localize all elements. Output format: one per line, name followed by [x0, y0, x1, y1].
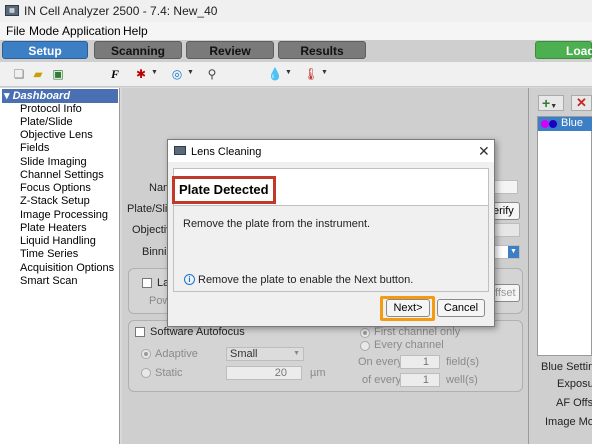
- fields-unit: field(s): [446, 356, 480, 368]
- window-title: IN Cell Analyzer 2500 - 7.4: New_40: [24, 4, 218, 18]
- sidebar-item-focus-options[interactable]: Focus Options: [20, 182, 91, 194]
- dialog-info: Remove the plate to enable the Next butt…: [198, 274, 414, 286]
- af-offset-label: AF Offse: [556, 397, 592, 409]
- first-channel-only-label: First channel only: [374, 326, 461, 338]
- chevron-down-icon: ▼: [293, 350, 300, 357]
- laser-autofocus-checkbox[interactable]: [142, 278, 152, 288]
- menu-help[interactable]: Help: [123, 24, 148, 38]
- drop-icon[interactable]: 💧: [267, 66, 283, 82]
- sidebar-item-plate-heaters[interactable]: Plate Heaters: [20, 222, 87, 234]
- font-icon[interactable]: F: [107, 66, 123, 82]
- on-every-spinner[interactable]: 1: [400, 355, 440, 369]
- offset-button[interactable]: ffset: [492, 284, 520, 302]
- adaptive-select[interactable]: Small ▼: [226, 347, 304, 361]
- sidebar-item-slide-imaging[interactable]: Slide Imaging: [20, 156, 87, 168]
- sidebar-item-image-processing[interactable]: Image Processing: [20, 209, 108, 221]
- sidebar-item-fields[interactable]: Fields: [20, 142, 49, 154]
- sidebar-item-objective-lens[interactable]: Objective Lens: [20, 129, 93, 141]
- dialog-title: Lens Cleaning: [191, 146, 262, 158]
- remove-channel-button[interactable]: ✕: [571, 95, 592, 111]
- sidebar-item-z-stack-setup[interactable]: Z-Stack Setup: [20, 195, 90, 207]
- next-button[interactable]: Next>: [386, 299, 430, 317]
- list-item[interactable]: Blue: [538, 117, 592, 131]
- new-icon[interactable]: ❏: [11, 66, 27, 82]
- of-every-spinner[interactable]: 1: [400, 373, 440, 387]
- blue-dot-icon: [549, 120, 557, 128]
- magenta-dot-icon: [541, 120, 549, 128]
- add-channel-button[interactable]: +▼: [538, 95, 564, 111]
- binning-select[interactable]: ▼: [492, 245, 520, 259]
- chevron-down-icon: ▼: [508, 246, 519, 258]
- sidebar-header[interactable]: ▾ Dashboard: [2, 89, 118, 103]
- adaptive-radio[interactable]: [141, 349, 151, 359]
- save-icon[interactable]: ▣: [50, 66, 66, 82]
- dialog-message: Remove the plate from the instrument.: [183, 218, 371, 230]
- open-folder-icon[interactable]: ▰: [30, 66, 46, 82]
- software-autofocus-checkbox[interactable]: [135, 327, 145, 337]
- chevron-down-icon[interactable]: ▼: [187, 69, 194, 76]
- name-field[interactable]: [493, 180, 518, 194]
- toolbar: [0, 62, 592, 87]
- load-button[interactable]: Load: [535, 41, 592, 59]
- app-icon: ▦: [5, 5, 19, 16]
- chevron-down-icon[interactable]: ▼: [285, 69, 292, 76]
- laser-icon[interactable]: ✱: [133, 66, 149, 82]
- on-every-label: On every: [358, 356, 403, 368]
- menu-file[interactable]: File: [6, 24, 25, 38]
- adaptive-label: Adaptive: [155, 348, 198, 360]
- microscope-icon[interactable]: ⚲: [204, 66, 220, 82]
- tab-review[interactable]: Review: [186, 41, 274, 59]
- first-channel-only-radio[interactable]: [360, 328, 370, 338]
- thermometer-icon[interactable]: 🌡: [303, 66, 319, 82]
- tab-results[interactable]: Results: [278, 41, 366, 59]
- chevron-down-icon[interactable]: ▼: [321, 69, 328, 76]
- chevron-down-icon[interactable]: ▼: [151, 69, 158, 76]
- sidebar-item-acquisition-options[interactable]: Acquisition Options: [20, 262, 114, 274]
- wells-unit: well(s): [446, 374, 478, 386]
- close-icon[interactable]: ✕: [478, 143, 490, 160]
- tab-scanning[interactable]: Scanning: [94, 41, 182, 59]
- static-unit: µm: [310, 367, 326, 379]
- sidebar-item-protocol-info[interactable]: Protocol Info: [20, 103, 82, 115]
- app-icon: [174, 146, 186, 155]
- static-radio[interactable]: [141, 368, 151, 378]
- static-spinner[interactable]: 20: [226, 366, 302, 380]
- sidebar-item-plate-slide[interactable]: Plate/Slide: [20, 116, 73, 128]
- cancel-button[interactable]: Cancel: [437, 299, 485, 317]
- image-mode-label: Image Mod: [545, 416, 592, 428]
- blue-setting-label: Blue Setting: [541, 361, 592, 373]
- of-every-label: of every: [362, 374, 402, 386]
- channel-list: [537, 116, 592, 356]
- software-autofocus-label: Software Autofocus: [150, 326, 245, 338]
- objective-label: Objectiv: [132, 224, 172, 236]
- sidebar-item-time-series[interactable]: Time Series: [20, 248, 78, 260]
- sidebar-item-channel-settings[interactable]: Channel Settings: [20, 169, 104, 181]
- target-icon[interactable]: ◎: [169, 66, 185, 82]
- menu-mode[interactable]: Mode: [29, 24, 59, 38]
- chevron-down-icon: ▼: [550, 103, 558, 110]
- objective-select[interactable]: [493, 223, 520, 237]
- triangle-down-icon: ▾: [4, 90, 13, 102]
- dialog-heading: Plate Detected: [172, 176, 276, 204]
- every-channel-label: Every channel: [374, 339, 444, 351]
- menu-application[interactable]: Application: [62, 24, 121, 38]
- exposure-label: Exposur: [557, 378, 592, 390]
- info-icon: i: [184, 274, 195, 285]
- tab-setup[interactable]: Setup: [2, 41, 88, 59]
- static-label: Static: [155, 367, 183, 379]
- every-channel-radio[interactable]: [360, 341, 370, 351]
- channel-name: Blue: [561, 117, 584, 129]
- sidebar-item-liquid-handling[interactable]: Liquid Handling: [20, 235, 96, 247]
- sidebar-item-smart-scan[interactable]: Smart Scan: [20, 275, 77, 287]
